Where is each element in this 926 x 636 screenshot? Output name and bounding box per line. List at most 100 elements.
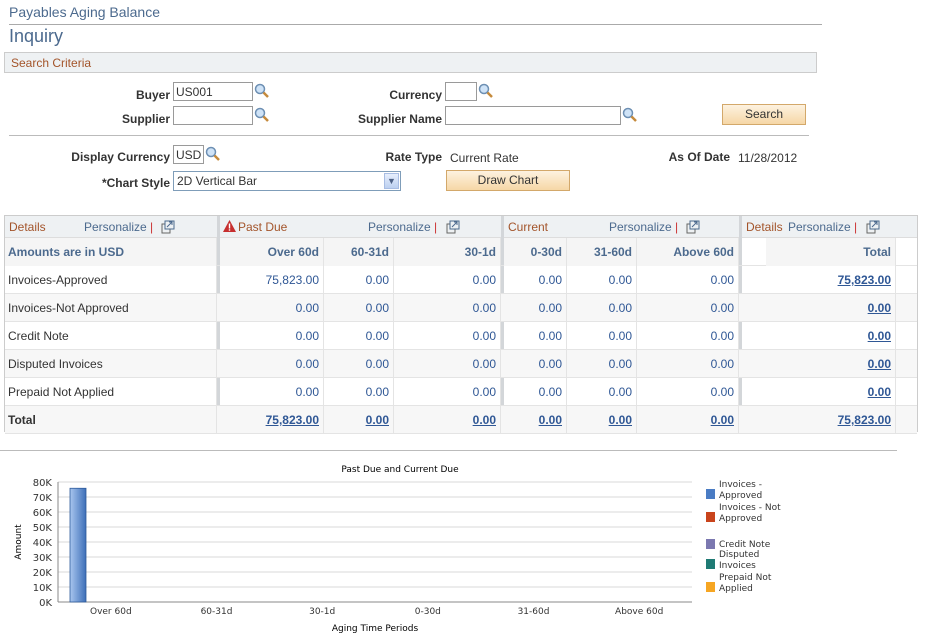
supplier-label: Supplier: [121, 112, 170, 126]
amount-cell: 0.00: [504, 378, 567, 406]
row-label: Disputed Invoices: [5, 350, 217, 378]
amount-link[interactable]: 0.00: [324, 406, 394, 434]
amount-value[interactable]: 75,823.00: [838, 413, 891, 427]
amount-value: 0.00: [365, 385, 389, 399]
table-row: Invoices-Not Approved 0.00 0.00 0.00 0.00 0.0…: [5, 294, 917, 322]
amount-value[interactable]: 0.00: [609, 413, 632, 427]
new-window-icon[interactable]: [446, 220, 460, 234]
amount-cell: 0.00: [567, 294, 637, 322]
table-row: Disputed Invoices 0.00 0.00 0.00 0.00 0.00 0.0…: [5, 350, 917, 378]
draw-chart-button[interactable]: Draw Chart: [446, 170, 570, 191]
row-label: Prepaid Not Applied: [5, 378, 217, 406]
personalize-label[interactable]: Personalize: [368, 220, 431, 234]
separator: |: [675, 220, 679, 234]
amount-value: 0.00: [295, 329, 319, 343]
x-tick-label: Above 60d: [615, 607, 663, 617]
new-window-icon[interactable]: [686, 220, 700, 234]
column-header: Over 60d: [220, 238, 324, 266]
amount-value: 0.00: [538, 329, 562, 343]
new-window-icon[interactable]: [866, 220, 880, 234]
amount-cell: 0.00: [324, 378, 394, 406]
currency-lookup-icon[interactable]: [478, 83, 494, 99]
search-criteria-section[interactable]: Search Criteria: [4, 52, 817, 73]
divider: [9, 135, 809, 136]
amount-link[interactable]: 0.00: [766, 378, 896, 406]
new-window-icon[interactable]: [161, 220, 175, 234]
personalize-label[interactable]: Personalize: [609, 220, 672, 234]
row-label: Invoices-Approved: [5, 266, 217, 294]
amount-value: 0.00: [472, 301, 496, 315]
amount-value[interactable]: 75,823.00: [266, 413, 319, 427]
y-tick-label: 10K: [33, 583, 53, 594]
as-of-date-value: 11/28/2012: [738, 151, 798, 165]
amount-value[interactable]: 0.00: [868, 357, 891, 371]
amount-value[interactable]: 75,823.00: [838, 273, 891, 287]
row-label: Invoices-Not Approved: [5, 294, 217, 322]
amount-cell: 0.00: [220, 350, 324, 378]
amount-link[interactable]: 0.00: [504, 406, 567, 434]
breadcrumb: Payables Aging Balance: [9, 4, 160, 20]
buyer-label: Buyer: [135, 88, 170, 102]
amount-value[interactable]: 0.00: [711, 413, 734, 427]
amount-value: 0.00: [472, 385, 496, 399]
display-currency-input[interactable]: [173, 145, 204, 164]
amount-value: 0.00: [608, 357, 632, 371]
personalize-link[interactable]: Personalize |: [368, 220, 437, 234]
amount-cell: 0.00: [637, 378, 739, 406]
amount-link[interactable]: 75,823.00: [766, 266, 896, 294]
buyer-lookup-icon[interactable]: [254, 83, 270, 99]
amount-value: 0.00: [538, 273, 562, 287]
personalize-label[interactable]: Personalize: [84, 220, 147, 234]
amount-value[interactable]: 0.00: [868, 329, 891, 343]
amount-value[interactable]: 0.00: [473, 413, 496, 427]
legend-swatch: [706, 582, 715, 592]
amount-value[interactable]: 0.00: [366, 413, 389, 427]
display-currency-lookup-icon[interactable]: [205, 146, 221, 162]
chevron-down-icon[interactable]: ▼: [384, 173, 399, 189]
amount-cell: 0.00: [324, 294, 394, 322]
search-button[interactable]: Search: [722, 104, 806, 125]
chart-style-select[interactable]: 2D Vertical Bar ▼: [173, 171, 401, 191]
supplier-name-input[interactable]: [445, 106, 621, 125]
supplier-input[interactable]: [173, 106, 253, 125]
amount-value: 0.00: [365, 273, 389, 287]
amount-value: 0.00: [608, 301, 632, 315]
chart-style-value: 2D Vertical Bar: [177, 174, 258, 188]
past-due-title: Past Due: [238, 220, 288, 234]
amount-link[interactable]: 0.00: [766, 322, 896, 350]
y-tick-label: 70K: [33, 493, 53, 504]
personalize-link[interactable]: Personalize |: [609, 220, 678, 234]
amount-value[interactable]: 0.00: [868, 385, 891, 399]
amount-link[interactable]: 0.00: [766, 350, 896, 378]
personalize-link[interactable]: Personalize |: [788, 220, 857, 234]
separator: |: [434, 220, 438, 234]
divider: [0, 450, 897, 451]
amount-value: 0.00: [608, 273, 632, 287]
current-title: Current: [508, 220, 549, 234]
personalize-link[interactable]: Personalize |: [84, 220, 153, 234]
amount-value[interactable]: 0.00: [868, 301, 891, 315]
amount-value: 0.00: [365, 329, 389, 343]
amount-link[interactable]: 0.00: [394, 406, 501, 434]
amount-link[interactable]: 0.00: [766, 294, 896, 322]
warning-icon: [223, 220, 236, 232]
chart-style-label: *Chart Style: [101, 176, 170, 190]
supplier-name-lookup-icon[interactable]: [622, 107, 638, 123]
amount-link[interactable]: 0.00: [567, 406, 637, 434]
amount-value[interactable]: 0.00: [539, 413, 562, 427]
legend-label: Prepaid Not Applied: [719, 573, 772, 594]
row-label: Total: [5, 406, 217, 434]
chart-title: Past Due and Current Due: [341, 465, 459, 475]
amount-link[interactable]: 75,823.00: [766, 406, 896, 434]
amount-link[interactable]: 0.00: [637, 406, 739, 434]
legend-label: Invoices -Approved: [719, 480, 762, 501]
personalize-label[interactable]: Personalize: [788, 220, 851, 234]
table-row: Credit Note 0.00 0.00 0.00 0.00 0.00 0.00 0.00: [5, 322, 917, 350]
amount-cell: 0.00: [567, 266, 637, 294]
legend-label: Credit Note: [719, 540, 771, 550]
amount-cell: 0.00: [504, 350, 567, 378]
currency-input[interactable]: [445, 82, 477, 101]
supplier-lookup-icon[interactable]: [254, 107, 270, 123]
amount-link[interactable]: 75,823.00: [220, 406, 324, 434]
buyer-input[interactable]: [173, 82, 253, 101]
